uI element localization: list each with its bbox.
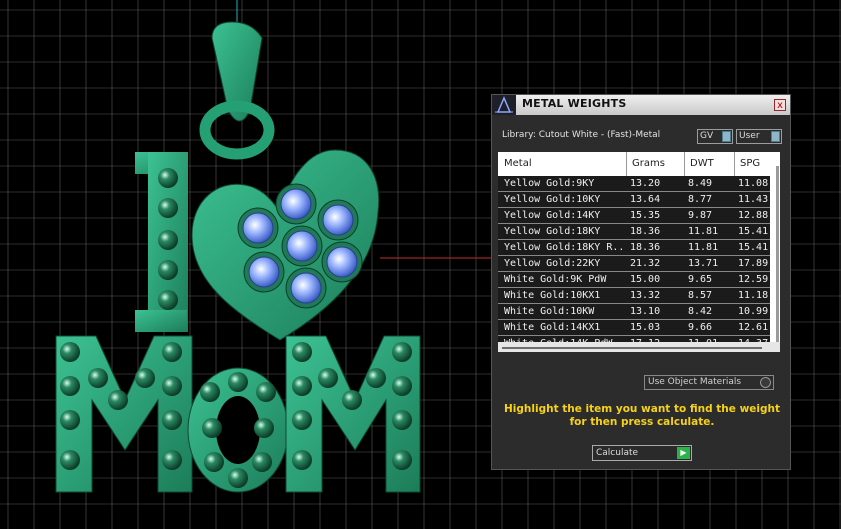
- use-object-materials-label: Use Object Materials: [648, 377, 742, 387]
- cell-grams: 15.35: [630, 210, 661, 221]
- use-object-materials-option[interactable]: Use Object Materials: [644, 375, 774, 390]
- table-row[interactable]: White Gold:9K PdW 15.00 9.65 12.59: [498, 272, 770, 288]
- panel-titlebar[interactable]: METAL WEIGHTS x: [492, 95, 790, 115]
- cell-spg: 11.43: [738, 194, 769, 205]
- column-header-dwt[interactable]: DWT: [690, 158, 714, 169]
- cell-grams: 18.36: [630, 242, 661, 253]
- cell-grams: 21.32: [630, 258, 661, 269]
- cell-metal: Yellow Gold:14KY: [504, 210, 601, 221]
- gv-toggle-label: GV: [700, 131, 714, 141]
- horizontal-scrollbar[interactable]: [502, 347, 762, 349]
- play-arrow-icon: ▶: [677, 447, 690, 459]
- cell-grams: 15.03: [630, 322, 661, 333]
- cell-metal: White Gold:10KX1: [504, 290, 601, 301]
- cell-metal: White Gold:9K PdW: [504, 274, 607, 285]
- table-row[interactable]: Yellow Gold:9KY 13.20 8.49 11.08: [498, 176, 770, 192]
- table-row[interactable]: White Gold:10KX1 13.32 8.57 11.18: [498, 288, 770, 304]
- table-row[interactable]: Yellow Gold:18KY R... 18.36 11.81 15.41: [498, 240, 770, 256]
- gv-toggle[interactable]: GV: [697, 129, 733, 144]
- cell-grams: 18.36: [630, 226, 661, 237]
- panel-title: METAL WEIGHTS: [522, 97, 627, 110]
- vertical-scrollbar[interactable]: [776, 166, 779, 344]
- metal-table[interactable]: Metal Grams DWT SPG Yellow Gold:9KY 13.20…: [498, 152, 780, 352]
- cell-metal: Yellow Gold:22KY: [504, 258, 601, 269]
- radio-icon[interactable]: [760, 377, 771, 388]
- cell-metal: Yellow Gold:9KY: [504, 178, 595, 189]
- letter-o-hole: [216, 396, 260, 464]
- column-header-grams[interactable]: Grams: [632, 158, 665, 169]
- cell-spg: 12.61: [738, 322, 769, 333]
- gv-toggle-knob: [722, 131, 731, 142]
- cell-grams: 13.20: [630, 178, 661, 189]
- table-row[interactable]: Yellow Gold:14KY 15.35 9.87 12.88: [498, 208, 770, 224]
- calculate-button[interactable]: Calculate ▶: [592, 445, 692, 461]
- cell-spg: 17.89: [738, 258, 769, 269]
- cell-dwt: 8.57: [688, 290, 713, 301]
- cell-spg: 11.08: [738, 178, 769, 189]
- cell-dwt: 9.66: [688, 322, 713, 333]
- letter-i-bottom: [135, 310, 187, 332]
- cell-dwt: 11.81: [688, 226, 719, 237]
- table-row[interactable]: White Gold:14KX1 15.03 9.66 12.61: [498, 320, 770, 336]
- table-body: Yellow Gold:9KY 13.20 8.49 11.08 Yellow Gold…: [498, 176, 770, 352]
- cell-dwt: 13.71: [688, 258, 719, 269]
- cell-metal: White Gold:10KW: [504, 306, 595, 317]
- library-label: Library: Cutout White - (Fast)-Metal: [502, 130, 661, 140]
- cell-metal: Yellow Gold:10KY: [504, 194, 601, 205]
- user-toggle-label: User: [739, 131, 760, 141]
- table-row[interactable]: Yellow Gold:22KY 21.32 13.71 17.89: [498, 256, 770, 272]
- cell-metal: Yellow Gold:18KY R...: [504, 242, 626, 253]
- cell-dwt: 8.49: [688, 178, 713, 189]
- table-row[interactable]: White Gold:10KW 13.10 8.42 10.99: [498, 304, 770, 320]
- column-header-spg[interactable]: SPG: [740, 158, 760, 169]
- cell-grams: 13.64: [630, 194, 661, 205]
- cell-dwt: 9.65: [688, 274, 713, 285]
- cell-grams: 13.10: [630, 306, 661, 317]
- table-row[interactable]: Yellow Gold:18KY 18.36 11.81 15.41: [498, 224, 770, 240]
- cell-spg: 11.18: [738, 290, 769, 301]
- app-logo-icon: [492, 95, 516, 115]
- cell-spg: 12.59: [738, 274, 769, 285]
- column-header-metal[interactable]: Metal: [504, 158, 532, 169]
- instruction-text: Highlight the item you want to find the …: [504, 403, 780, 428]
- metal-weights-panel: METAL WEIGHTS x Library: Cutout White - …: [491, 94, 791, 470]
- user-toggle[interactable]: User: [736, 129, 782, 144]
- cell-dwt: 9.87: [688, 210, 713, 221]
- cell-grams: 13.32: [630, 290, 661, 301]
- cell-spg: 15.41: [738, 226, 769, 237]
- cell-dwt: 8.42: [688, 306, 713, 317]
- cell-spg: 12.88: [738, 210, 769, 221]
- user-toggle-knob: [771, 131, 780, 142]
- calculate-label: Calculate: [596, 448, 639, 458]
- cell-metal: White Gold:14KX1: [504, 322, 601, 333]
- cell-spg: 15.41: [738, 242, 769, 253]
- cell-spg: 10.99: [738, 306, 769, 317]
- close-button[interactable]: x: [774, 99, 786, 111]
- cell-metal: Yellow Gold:18KY: [504, 226, 601, 237]
- cell-dwt: 8.77: [688, 194, 713, 205]
- table-header: Metal Grams DWT SPG: [498, 152, 770, 175]
- cell-grams: 15.00: [630, 274, 661, 285]
- cell-dwt: 11.81: [688, 242, 719, 253]
- table-row[interactable]: Yellow Gold:10KY 13.64 8.77 11.43: [498, 192, 770, 208]
